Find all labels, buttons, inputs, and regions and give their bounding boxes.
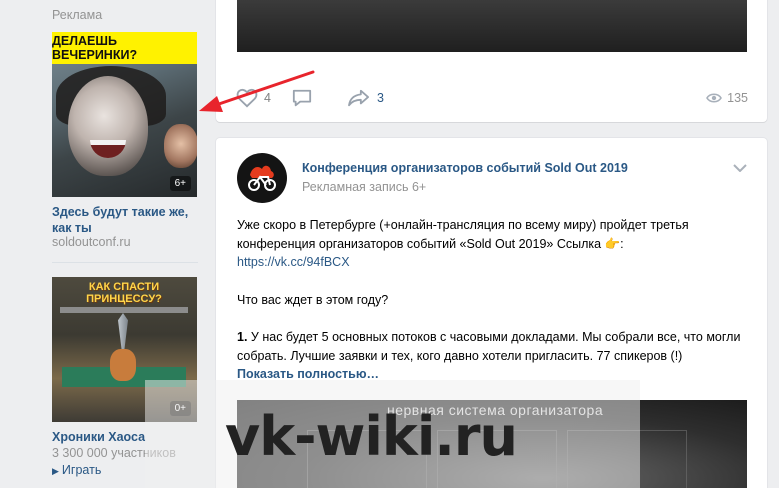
ad-image-face (68, 76, 148, 176)
show-more-link[interactable]: Показать полностью… (237, 367, 379, 381)
post-link[interactable]: https://vk.cc/94fBCX (237, 255, 350, 269)
ad-title[interactable]: Здесь будут такие же, как ты (52, 204, 198, 236)
game-bar (60, 307, 188, 313)
play-icon: ▶ (52, 466, 59, 476)
ads-header: Реклама (52, 8, 103, 22)
ad-game-title[interactable]: Хроники Хаоса (52, 430, 145, 444)
chevron-down-icon[interactable] (733, 164, 747, 172)
post-subtitle: Рекламная запись 6+ (302, 180, 427, 194)
avatar[interactable] (237, 153, 287, 203)
game-hero (110, 349, 136, 381)
share-count: 3 (376, 91, 384, 105)
watermark: vk-wiki.ru (225, 405, 518, 468)
post-paragraph-1: Уже скоро в Петербурге (+онлайн-трансляц… (237, 216, 749, 272)
post-point-text: У нас будет 5 основных потоков с часовым… (237, 330, 741, 363)
post-point: 1. У нас будет 5 основных потоков с часо… (237, 328, 749, 384)
ad-game-image-title: КАК СПАСТИ ПРИНЦЕССУ? (86, 281, 162, 305)
arrow-annotation (199, 70, 315, 112)
post-text: Уже скоро в Петербурге (+онлайн-трансляц… (237, 216, 749, 384)
ad-domain[interactable]: soldoutconf.ru (52, 235, 131, 249)
bike-logo-icon (248, 165, 276, 191)
views-counter: 135 (706, 91, 748, 105)
post-author[interactable]: Конференция организаторов событий Sold O… (302, 161, 628, 175)
share-icon (348, 89, 369, 107)
ad-banner-text: ДЕЛАЕШЬ ВЕЧЕРИНКИ? (52, 32, 197, 64)
age-badge: 6+ (169, 176, 191, 191)
hand-pointing-icon: 👉 (604, 236, 621, 251)
play-label: Играть (61, 463, 102, 477)
post-point-number: 1. (237, 330, 248, 344)
play-link[interactable]: ▶ Играть (52, 463, 101, 477)
ads-column: Реклама ДЕЛАЕШЬ ВЕЧЕРИНКИ? 6+ Здесь буду… (52, 0, 198, 477)
post-line-1-tail: : (620, 236, 624, 251)
share-button[interactable]: 3 (347, 88, 384, 108)
post-media[interactable] (237, 0, 747, 52)
eye-icon (706, 93, 723, 103)
views-count: 135 (727, 91, 748, 105)
ad-image-face-2 (164, 124, 197, 168)
ad-party-image[interactable]: ДЕЛАЕШЬ ВЕЧЕРИНКИ? 6+ (52, 32, 197, 197)
divider (52, 262, 198, 263)
post-question: Что вас ждет в этом году? (237, 292, 389, 307)
